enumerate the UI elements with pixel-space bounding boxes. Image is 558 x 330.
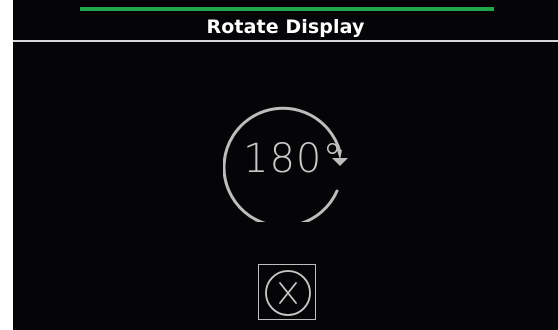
rotation-dial: 180° <box>223 102 353 222</box>
rotation-value: 180° <box>243 136 344 182</box>
cancel-button[interactable] <box>258 264 316 320</box>
page-title: Rotate Display <box>206 16 365 38</box>
rotate-display-screen: Rotate Display 180° <box>13 0 558 330</box>
progress-bar-fill <box>80 7 494 11</box>
close-circle-icon <box>265 270 311 316</box>
progress-bar <box>80 7 494 11</box>
header-divider <box>13 40 558 42</box>
